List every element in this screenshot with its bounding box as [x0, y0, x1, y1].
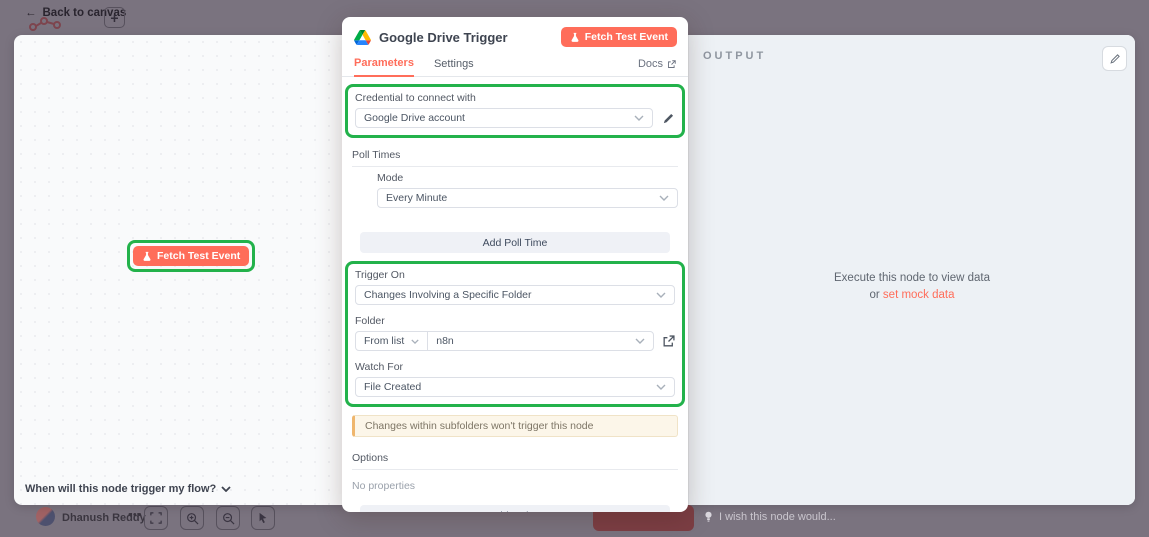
docs-link[interactable]: Docs: [638, 58, 676, 76]
zoom-out-button[interactable]: [216, 506, 240, 530]
output-empty-prefix: or: [869, 289, 879, 301]
folder-label: Folder: [355, 315, 675, 327]
folder-value-select[interactable]: n8n: [428, 335, 635, 347]
trigger-on-label: Trigger On: [355, 269, 675, 281]
zoom-out-icon: [222, 512, 235, 525]
output-panel-title: OUTPUT: [703, 50, 766, 62]
modal-fetch-label: Fetch Test Event: [585, 31, 668, 43]
folder-value: n8n: [436, 335, 454, 347]
fit-view-icon: [150, 512, 162, 524]
output-empty-state: Execute this node to view data or set mo…: [689, 270, 1135, 303]
folder-combo: From list n8n: [355, 331, 654, 351]
parameters-form: Credential to connect with Google Drive …: [342, 77, 688, 512]
node-wish-prompt[interactable]: I wish this node would...: [704, 511, 836, 523]
add-node-button[interactable]: +: [104, 7, 125, 28]
chevron-down-icon: [221, 486, 231, 492]
set-mock-data-link[interactable]: set mock data: [883, 289, 955, 301]
flask-icon: [570, 32, 580, 43]
chevron-down-icon: [656, 292, 666, 298]
chevron-down-icon: [635, 338, 653, 344]
folder-mode-select[interactable]: From list: [356, 332, 428, 350]
credential-label: Credential to connect with: [355, 92, 675, 104]
mode-select[interactable]: Every Minute: [377, 188, 678, 208]
watch-for-select[interactable]: File Created: [355, 377, 675, 397]
external-link-icon: [662, 335, 675, 348]
credential-select[interactable]: Google Drive account: [355, 108, 653, 128]
folder-mode-value: From list: [364, 335, 404, 347]
trigger-on-select[interactable]: Changes Involving a Specific Folder: [355, 285, 675, 305]
chevron-down-icon: [656, 384, 666, 390]
plus-icon: +: [110, 10, 118, 26]
output-panel: OUTPUT Execute this node to view data or…: [688, 35, 1135, 505]
subfolder-notice: Changes within subfolders won't trigger …: [352, 415, 678, 437]
user-menu-ellipsis[interactable]: •••: [128, 509, 143, 521]
chevron-down-icon: [659, 195, 669, 201]
google-drive-trigger-modal: Google Drive Trigger Fetch Test Event Pa…: [342, 17, 688, 512]
modal-header: Google Drive Trigger Fetch Test Event: [342, 17, 688, 51]
fit-view-button[interactable]: [144, 506, 168, 530]
docs-label: Docs: [638, 58, 663, 70]
tab-parameters[interactable]: Parameters: [354, 57, 414, 77]
open-folder-external-button[interactable]: [662, 335, 675, 348]
options-section-label: Options: [352, 445, 678, 470]
trigger-settings-highlight: Trigger On Changes Involving a Specific …: [345, 261, 685, 407]
edit-output-button[interactable]: [1102, 46, 1127, 71]
credential-highlight: Credential to connect with Google Drive …: [345, 84, 685, 138]
trigger-question-toggle[interactable]: When will this node trigger my flow?: [25, 483, 231, 495]
fetch-test-event-label: Fetch Test Event: [157, 250, 240, 262]
interaction-mode-button[interactable]: [251, 506, 275, 530]
modal-fetch-test-event-button[interactable]: Fetch Test Event: [561, 27, 677, 47]
mode-label: Mode: [377, 172, 678, 184]
user-avatar[interactable]: [36, 507, 55, 526]
chevron-down-icon: [634, 115, 644, 121]
zoom-in-icon: [186, 512, 199, 525]
modal-title: Google Drive Trigger: [379, 30, 561, 45]
fetch-test-event-button[interactable]: Fetch Test Event: [133, 246, 249, 266]
fetch-test-event-highlight: Fetch Test Event: [127, 240, 255, 272]
pencil-icon: [1109, 53, 1121, 65]
trigger-on-value: Changes Involving a Specific Folder: [364, 289, 532, 301]
mode-value: Every Minute: [386, 192, 447, 204]
poll-times-section-label: Poll Times: [352, 142, 678, 167]
watch-for-label: Watch For: [355, 361, 675, 373]
watch-for-value: File Created: [364, 381, 421, 393]
chevron-down-icon: [411, 339, 419, 344]
arrow-left-icon: ←: [25, 7, 37, 19]
flask-icon: [142, 251, 152, 262]
pencil-icon: [662, 112, 675, 125]
lightbulb-icon: [704, 511, 713, 523]
zoom-in-button[interactable]: [180, 506, 204, 530]
wish-text: I wish this node would...: [719, 511, 836, 523]
external-link-icon: [667, 60, 676, 69]
tab-settings[interactable]: Settings: [434, 58, 474, 76]
output-empty-line1: Execute this node to view data: [689, 270, 1135, 287]
google-drive-icon: [354, 30, 371, 45]
credential-value: Google Drive account: [364, 112, 465, 124]
add-option-button[interactable]: Add option: [360, 505, 670, 512]
pointer-icon: [257, 512, 269, 524]
trigger-question-label: When will this node trigger my flow?: [25, 483, 216, 495]
add-poll-time-button[interactable]: Add Poll Time: [360, 232, 670, 253]
options-empty-text: No properties: [352, 480, 678, 492]
modal-tabs: Parameters Settings Docs: [342, 51, 688, 77]
edit-credential-button[interactable]: [662, 112, 675, 125]
